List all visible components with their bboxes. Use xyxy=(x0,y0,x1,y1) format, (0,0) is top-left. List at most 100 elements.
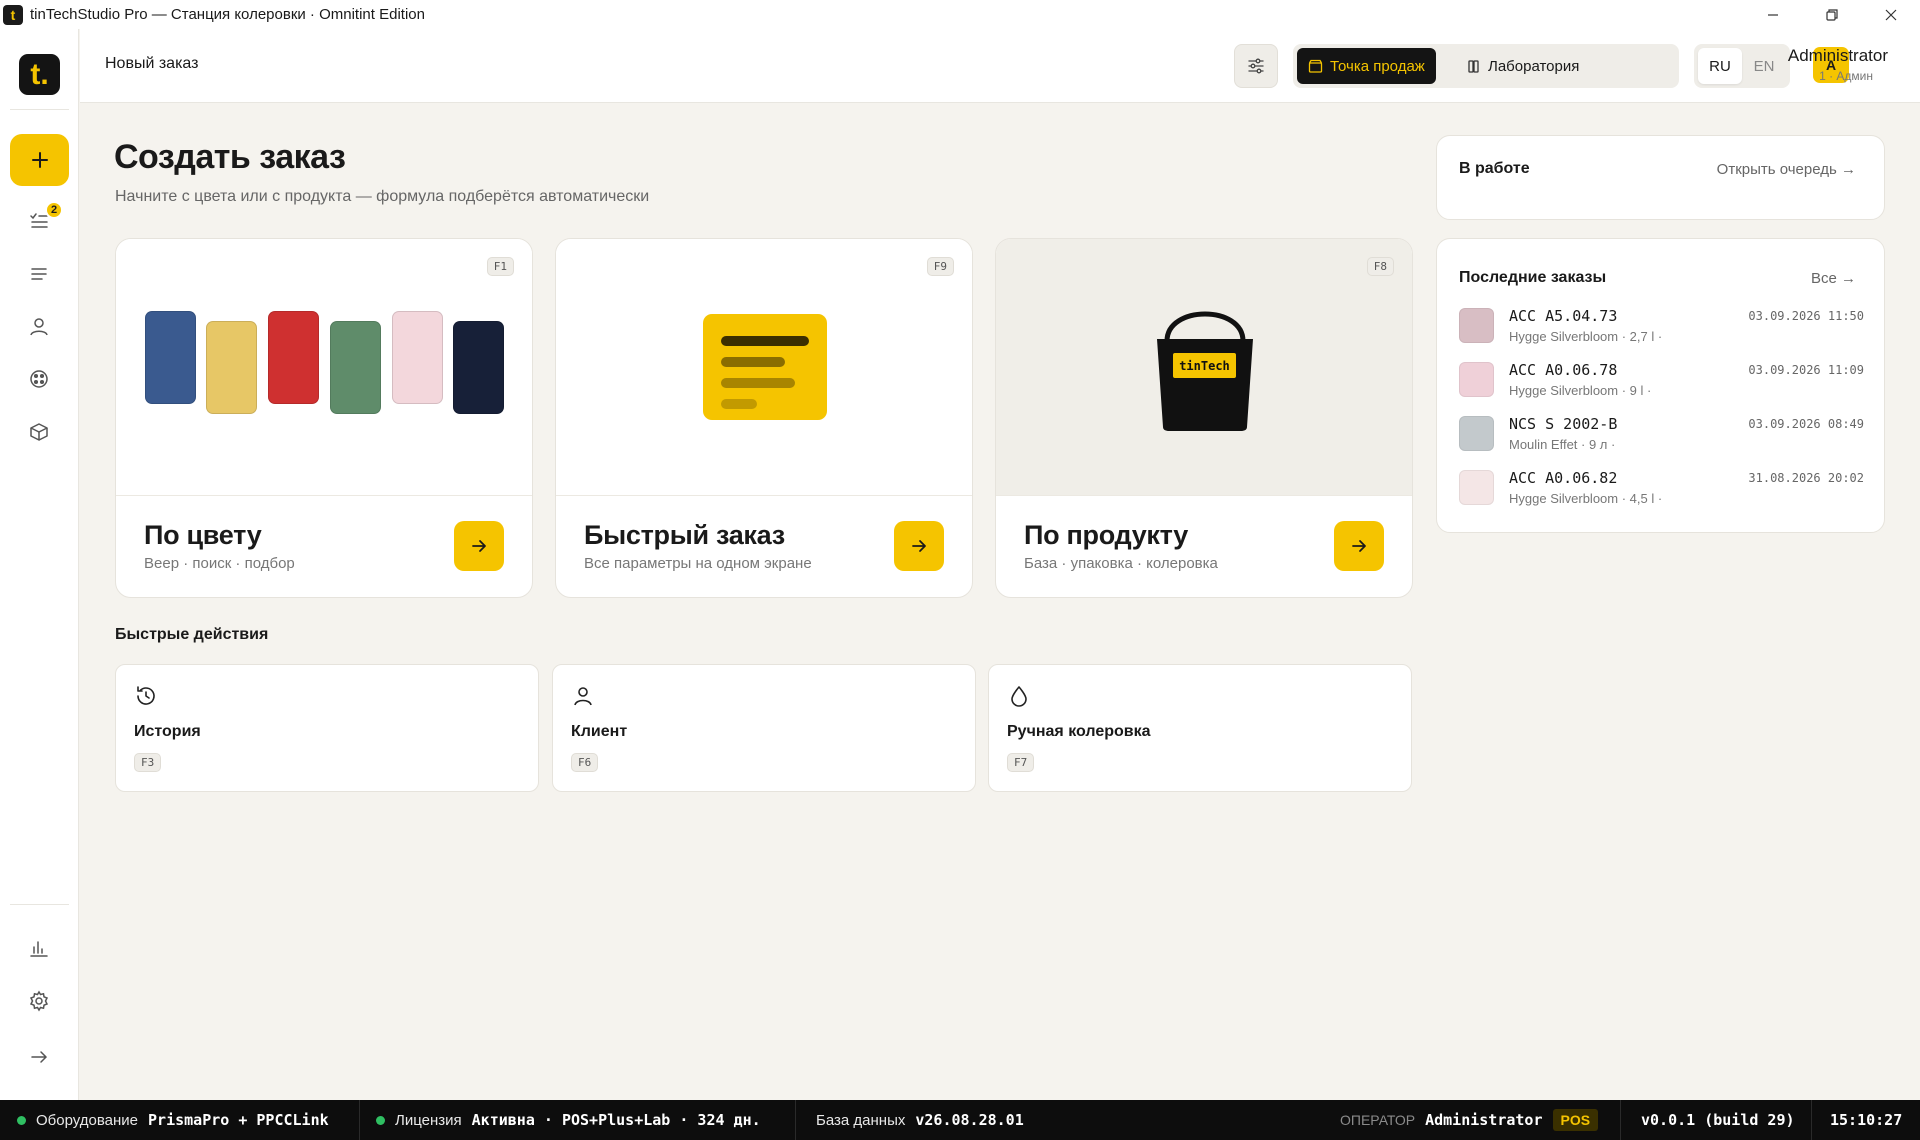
lang-en-button[interactable]: EN xyxy=(1742,48,1786,84)
sidebar: t. 2 xyxy=(0,29,79,1100)
recent-order-row[interactable]: ACC A0.06.78 Hygge Silverbloom · 9 l · 0… xyxy=(1459,359,1864,405)
sidebar-item-clients[interactable] xyxy=(19,307,59,347)
database-value: v26.08.28.01 xyxy=(915,1111,1024,1129)
order-date: 03.09.2026 11:09 xyxy=(1748,363,1864,377)
shortcut-key: F9 xyxy=(926,257,954,276)
shortcut-key: F6 xyxy=(571,753,599,772)
equipment-status[interactable]: Оборудование PrismaPro + PPCCLink xyxy=(17,1100,329,1140)
equipment-label: Оборудование xyxy=(36,1111,139,1129)
license-value: Активна · POS+Plus+Lab · 324 дн. xyxy=(471,1111,761,1129)
lang-ru-button[interactable]: RU xyxy=(1698,48,1742,84)
color-swatch xyxy=(206,321,257,414)
page-title: Создать заказ xyxy=(114,138,346,176)
database-status: База данных v26.08.28.01 xyxy=(816,1100,1024,1140)
order-color-swatch xyxy=(1459,470,1494,505)
arrow-right-icon xyxy=(31,1051,48,1063)
swatches-illustration xyxy=(116,239,532,496)
license-status[interactable]: Лицензия Активна · POS+Plus+Lab · 324 дн… xyxy=(376,1100,761,1140)
quick-action-label: Ручная колеровка xyxy=(1007,723,1151,740)
status-divider xyxy=(359,1100,360,1140)
user-icon xyxy=(570,683,596,709)
recent-order-row[interactable]: ACC A0.06.82 Hygge Silverbloom · 4,5 l ·… xyxy=(1459,467,1864,513)
mode-pos-button[interactable]: Точка продаж xyxy=(1297,48,1436,84)
bar-chart-icon xyxy=(30,941,48,957)
operator-label: ОПЕРАТОР xyxy=(1340,1112,1416,1128)
quick-action-label: Клиент xyxy=(571,723,628,740)
app-version: v0.0.1 (build 29) xyxy=(1641,1111,1795,1129)
quick-actions-title: Быстрые действия xyxy=(115,626,269,643)
mode-lab-label: Лаборатория xyxy=(1488,57,1580,75)
breadcrumb: Новый заказ xyxy=(105,55,199,72)
open-by-product-button[interactable] xyxy=(1334,521,1384,571)
open-by-color-button[interactable] xyxy=(454,521,504,571)
quick-action-client[interactable]: Клиент F6 xyxy=(552,664,976,792)
mode-chip: POS xyxy=(1552,1109,1599,1131)
shortcut-key: F7 xyxy=(1007,753,1035,772)
plus-icon xyxy=(31,152,48,168)
status-divider xyxy=(1811,1100,1812,1140)
sidebar-item-colors[interactable] xyxy=(19,359,59,399)
color-swatch xyxy=(453,321,504,414)
color-swatch xyxy=(268,311,319,404)
new-order-button[interactable] xyxy=(10,134,69,186)
recent-orders-title: Последние заказы xyxy=(1459,269,1607,286)
arrow-right-icon xyxy=(472,540,486,552)
page-subtitle: Начните с цвета или с продукта — формула… xyxy=(115,188,650,205)
order-color-code: ACC A5.04.73 xyxy=(1509,307,1618,325)
sidebar-item-settings[interactable] xyxy=(19,981,59,1021)
store-icon xyxy=(1308,59,1323,73)
order-color-code: NCS S 2002-B xyxy=(1509,415,1618,433)
status-dot xyxy=(376,1115,385,1125)
filters-button[interactable] xyxy=(1234,44,1278,88)
order-product: Moulin Effet · 9 л · xyxy=(1509,437,1616,452)
order-by-color-card[interactable]: F1 По цвету Веер · поиск · подбор xyxy=(115,238,533,598)
sidebar-item-logout[interactable] xyxy=(19,1037,59,1077)
sidebar-item-products[interactable] xyxy=(19,412,59,452)
recent-order-row[interactable]: NCS S 2002-B Moulin Effet · 9 л · 03.09.… xyxy=(1459,413,1864,459)
close-icon[interactable] xyxy=(1861,0,1920,29)
app-logo[interactable]: t. xyxy=(19,54,60,95)
license-label: Лицензия xyxy=(395,1111,462,1129)
order-date: 03.09.2026 08:49 xyxy=(1748,417,1864,431)
status-divider xyxy=(795,1100,796,1140)
quick-order-card[interactable]: F9 Быстрый заказ Все параметры на одном … xyxy=(555,238,973,598)
palette-icon xyxy=(30,370,48,388)
color-swatch xyxy=(330,321,381,414)
card-subtitle: База · упаковка · колеровка xyxy=(1024,555,1218,572)
app-icon: t xyxy=(3,4,23,25)
gear-icon xyxy=(29,990,49,1012)
quick-action-manual-tint[interactable]: Ручная колеровка F7 xyxy=(988,664,1412,792)
sliders-icon xyxy=(1248,58,1264,74)
window-titlebar: t tinTechStudio Pro — Станция колеровки … xyxy=(0,0,1920,29)
card-subtitle: Все параметры на одном экране xyxy=(584,555,812,572)
equipment-value: PrismaPro + PPCCLink xyxy=(148,1111,329,1129)
recent-orders-panel: Последние заказы Все → ACC A5.04.73 Hygg… xyxy=(1436,238,1885,533)
sidebar-divider xyxy=(10,904,69,905)
open-queue-link[interactable]: Открыть очередь → xyxy=(1717,161,1856,178)
document-icon xyxy=(703,314,827,420)
restore-icon[interactable] xyxy=(1802,0,1861,29)
drop-icon xyxy=(1006,683,1032,709)
order-color-swatch xyxy=(1459,308,1494,343)
arrow-right-icon xyxy=(912,540,926,552)
mode-switcher: Точка продаж Лаборатория xyxy=(1293,44,1679,88)
history-icon xyxy=(133,683,159,709)
in-work-title: В работе xyxy=(1459,160,1530,177)
sidebar-item-reports[interactable] xyxy=(19,928,59,968)
quick-action-history[interactable]: История F3 xyxy=(115,664,539,792)
queue-count-badge: 2 xyxy=(45,201,63,219)
order-by-product-card[interactable]: tinTech F8 По продукту База · упаковка ·… xyxy=(995,238,1413,598)
order-color-code: ACC A0.06.78 xyxy=(1509,361,1618,379)
recent-order-row[interactable]: ACC A5.04.73 Hygge Silverbloom · 2,7 l ·… xyxy=(1459,305,1864,351)
open-quick-order-button[interactable] xyxy=(894,521,944,571)
sidebar-item-queue[interactable]: 2 xyxy=(19,201,63,241)
order-color-swatch xyxy=(1459,416,1494,451)
sidebar-item-orders[interactable] xyxy=(19,254,59,294)
bucket-brand-label: tinTech xyxy=(1173,353,1236,378)
sidebar-divider xyxy=(10,109,69,110)
lines-icon xyxy=(31,268,47,280)
order-color-swatch xyxy=(1459,362,1494,397)
all-orders-link[interactable]: Все → xyxy=(1811,270,1856,287)
mode-lab-button[interactable]: Лаборатория xyxy=(1455,48,1590,84)
minimize-icon[interactable] xyxy=(1743,0,1802,29)
